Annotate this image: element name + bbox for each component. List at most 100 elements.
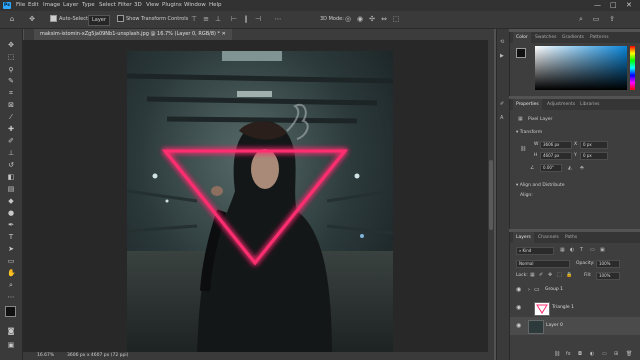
lock-artboard-icon[interactable]: ⬚ bbox=[557, 272, 562, 278]
layer-row-group-1[interactable]: ◉ › ▭ Group 1 bbox=[510, 281, 640, 299]
move-tool-icon[interactable]: ✥ bbox=[7, 41, 15, 49]
pen-tool-icon[interactable]: ✒ bbox=[7, 221, 15, 229]
layer-filter-kind[interactable]: ⌕ Kind bbox=[516, 247, 554, 255]
move-tool-icon[interactable]: ✥ bbox=[28, 15, 36, 23]
menu-edit[interactable]: Edit bbox=[28, 0, 39, 11]
home-icon[interactable]: ⌂ bbox=[8, 15, 16, 23]
healing-brush-tool-icon[interactable]: ✚ bbox=[7, 125, 15, 133]
minimize-icon[interactable]: — bbox=[594, 0, 601, 11]
path-selection-tool-icon[interactable]: ➤ bbox=[7, 245, 15, 253]
tab-patterns[interactable]: Patterns bbox=[590, 32, 609, 43]
expand-chevron-icon[interactable]: › bbox=[528, 281, 530, 299]
maximize-icon[interactable]: □ bbox=[610, 0, 617, 11]
lock-all-icon[interactable]: 🔒 bbox=[566, 272, 572, 278]
filter-smart-object-icon[interactable]: ▣ bbox=[600, 247, 605, 253]
tab-channels[interactable]: Channels bbox=[538, 232, 559, 243]
foreground-color-swatch[interactable] bbox=[5, 306, 16, 317]
align-distribute-heading[interactable]: ▾ Align and Distribute bbox=[516, 183, 564, 188]
layer-name[interactable]: Layer 0 bbox=[546, 317, 563, 335]
pan-3d-icon[interactable]: ✣ bbox=[368, 15, 376, 23]
frame-tool-icon[interactable]: ⊠ bbox=[7, 101, 15, 109]
quick-select-tool-icon[interactable]: ✎ bbox=[7, 77, 15, 85]
menu-window[interactable]: Window bbox=[184, 0, 206, 11]
tab-libraries[interactable]: Libraries bbox=[580, 99, 599, 110]
menu-view[interactable]: View bbox=[146, 0, 159, 11]
filter-adjustment-icon[interactable]: ◐ bbox=[570, 247, 574, 253]
crop-tool-icon[interactable]: ⌗ bbox=[7, 89, 15, 97]
auto-select-dropdown[interactable]: Layer bbox=[88, 15, 110, 26]
share-icon[interactable]: ⇪ bbox=[608, 15, 616, 23]
search-icon[interactable]: ⌕ bbox=[577, 15, 585, 23]
canvas-scrollbar[interactable] bbox=[488, 40, 494, 352]
quick-mask-icon[interactable]: ◙ bbox=[7, 327, 15, 335]
screen-mode-icon[interactable]: ▣ bbox=[7, 341, 15, 349]
history-brush-tool-icon[interactable]: ↺ bbox=[7, 161, 15, 169]
tab-layers[interactable]: Layers bbox=[513, 232, 534, 243]
filter-shape-icon[interactable]: ▭ bbox=[590, 247, 595, 253]
marquee-tool-icon[interactable]: ⬚ bbox=[7, 53, 15, 61]
menu-3d[interactable]: 3D bbox=[134, 0, 142, 11]
lock-pixels-icon[interactable]: ✐ bbox=[539, 272, 543, 278]
close-tab-icon[interactable]: ✕ bbox=[222, 31, 226, 37]
tab-paths[interactable]: Paths bbox=[565, 232, 577, 243]
height-field[interactable]: 4607 px bbox=[540, 152, 572, 160]
menu-filter[interactable]: Filter bbox=[118, 0, 132, 11]
new-group-icon[interactable]: ▭ bbox=[602, 351, 607, 357]
adjustment-layer-icon[interactable]: ◐ bbox=[590, 351, 594, 357]
hand-tool-icon[interactable]: ✋ bbox=[7, 269, 16, 277]
zoom-tool-icon[interactable]: ⌕ bbox=[7, 281, 15, 289]
brush-settings-icon[interactable]: ✐ bbox=[500, 101, 504, 107]
show-transform-controls-checkbox[interactable]: Show Transform Controls bbox=[117, 15, 188, 24]
gradient-tool-icon[interactable]: ▤ bbox=[7, 185, 15, 193]
roll-3d-icon[interactable]: ◉ bbox=[356, 15, 364, 23]
delete-layer-icon[interactable]: 🗑 bbox=[626, 351, 632, 357]
hue-slider[interactable] bbox=[630, 46, 635, 90]
opacity-field[interactable]: 100% bbox=[596, 260, 620, 268]
tab-swatches[interactable]: Swatches bbox=[535, 32, 557, 43]
brush-tool-icon[interactable]: ✐ bbox=[7, 137, 15, 145]
flip-vertical-icon[interactable]: ⬘ bbox=[580, 165, 584, 171]
align-horizontal-center-icon[interactable]: ‖ bbox=[242, 15, 250, 23]
clone-stamp-tool-icon[interactable]: ⊥ bbox=[7, 149, 15, 157]
more-tools-icon[interactable]: ⋯ bbox=[7, 293, 15, 301]
align-top-icon[interactable]: ⊤ bbox=[190, 15, 198, 23]
layer-row-triangle-1[interactable]: ◉ Triangle 1 bbox=[510, 299, 640, 317]
tab-properties[interactable]: Properties bbox=[513, 99, 542, 110]
fill-field[interactable]: 100% bbox=[596, 272, 620, 280]
menu-file[interactable]: File bbox=[16, 0, 25, 11]
new-layer-icon[interactable]: ⊞ bbox=[614, 351, 618, 357]
zoom-level[interactable]: 16.67% bbox=[37, 352, 54, 360]
auto-select-checkbox[interactable]: Auto-Select: bbox=[50, 15, 90, 24]
layer-name[interactable]: Triangle 1 bbox=[552, 299, 574, 317]
lock-position-icon[interactable]: ✥ bbox=[548, 272, 552, 278]
align-vertical-center-icon[interactable]: ≡ bbox=[202, 15, 210, 23]
orbit-3d-icon[interactable]: ◎ bbox=[344, 15, 352, 23]
layer-row-layer-0[interactable]: ◉ Layer 0 bbox=[510, 317, 640, 335]
visibility-eye-icon[interactable]: ◉ bbox=[516, 281, 521, 299]
close-icon[interactable]: ✕ bbox=[626, 0, 632, 11]
tab-color[interactable]: Color bbox=[513, 32, 531, 43]
foreground-swatch[interactable] bbox=[516, 48, 526, 58]
layer-style-icon[interactable]: fx bbox=[566, 351, 571, 357]
distribute-icon[interactable]: ⋯ bbox=[274, 15, 282, 23]
menu-image[interactable]: Image bbox=[43, 0, 60, 11]
blur-tool-icon[interactable]: ◆ bbox=[7, 197, 15, 205]
add-mask-icon[interactable]: ◘ bbox=[578, 351, 582, 357]
lock-transparent-icon[interactable]: ▦ bbox=[530, 272, 535, 278]
menu-select[interactable]: Select bbox=[99, 0, 116, 11]
menu-type[interactable]: Type bbox=[82, 0, 95, 11]
filter-pixel-icon[interactable]: ▦ bbox=[560, 247, 565, 253]
scale-3d-icon[interactable]: ⬚ bbox=[392, 15, 400, 23]
menu-help[interactable]: Help bbox=[209, 0, 222, 11]
color-field[interactable] bbox=[535, 46, 627, 90]
document-tab[interactable]: maksim-istomin-xZg5ja09Nb1-unsplash.jpg … bbox=[34, 29, 232, 40]
slide-3d-icon[interactable]: ⇔ bbox=[380, 15, 388, 23]
x-field[interactable]: 0 px bbox=[580, 141, 608, 149]
blend-mode-dropdown[interactable]: Normal bbox=[516, 260, 570, 268]
flip-horizontal-icon[interactable]: ◭ bbox=[568, 165, 572, 171]
workspace-icon[interactable]: ▭ bbox=[592, 15, 600, 23]
angle-field[interactable]: 0.00° bbox=[540, 164, 562, 172]
dodge-tool-icon[interactable]: ● bbox=[7, 209, 15, 217]
align-right-icon[interactable]: ⊣ bbox=[254, 15, 262, 23]
align-bottom-icon[interactable]: ⊥ bbox=[214, 15, 222, 23]
